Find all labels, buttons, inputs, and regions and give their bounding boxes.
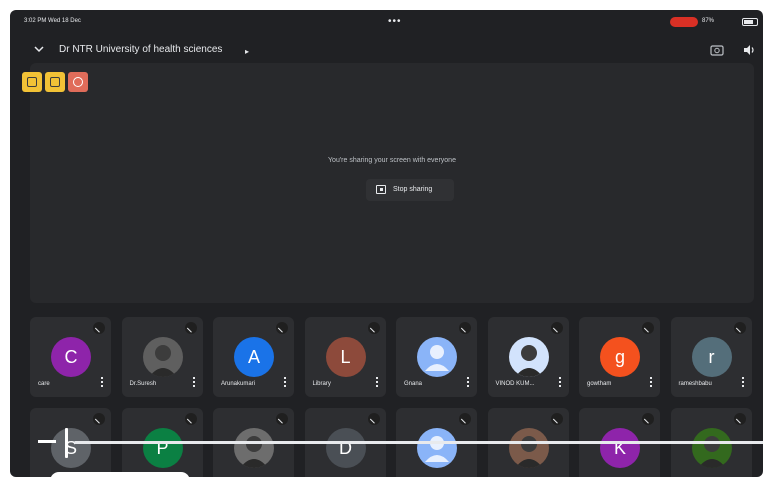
participant-tile[interactable]: VINOD KUM... — [487, 317, 569, 397]
avatar: C — [51, 337, 91, 377]
mic-muted-icon — [93, 322, 105, 334]
avatar: S — [51, 428, 91, 468]
profile-photo-icon — [514, 436, 543, 468]
participant-tile[interactable]: g gowtham — [579, 317, 660, 397]
meeting-title[interactable]: Dr NTR University of health sciences — [59, 44, 222, 55]
presentation-stage: You're sharing your screen with everyone… — [30, 63, 754, 303]
profile-photo-icon — [697, 436, 726, 468]
avatar: D — [325, 428, 366, 468]
participant-tile[interactable]: L Library — [304, 317, 386, 397]
participant-name: care — [38, 381, 50, 387]
participant-tile[interactable]: Ccare — [30, 317, 111, 397]
more-options-icon[interactable] — [467, 377, 469, 387]
mic-muted-icon — [93, 413, 105, 425]
mic-muted-icon — [642, 413, 654, 425]
mic-muted-icon — [642, 322, 654, 334]
avatar: K — [600, 428, 640, 468]
mic-muted-icon — [459, 413, 471, 425]
mic-muted-icon — [367, 413, 380, 425]
video-scrubber[interactable] — [74, 441, 763, 444]
stop-sharing-label: Stop sharing — [393, 186, 433, 193]
participant-name: VINOD KUM... — [495, 381, 535, 387]
present-screen-icon — [376, 185, 386, 194]
participant-name: Arunakumari — [221, 381, 256, 387]
more-options-icon[interactable] — [101, 377, 103, 387]
recorder-toolbar-folder-icon[interactable] — [22, 72, 42, 92]
avatar — [417, 428, 457, 468]
avatar — [508, 428, 549, 468]
mic-muted-icon — [184, 413, 197, 425]
battery-icon — [742, 18, 758, 26]
recorder-toolbar-file-icon[interactable] — [45, 72, 65, 92]
mic-muted-icon — [459, 322, 471, 334]
status-time: 3:02 PM Wed 18 Dec — [24, 18, 81, 24]
avatar — [142, 337, 183, 377]
person-icon — [425, 436, 449, 462]
mic-muted-icon — [733, 322, 746, 334]
multitask-dots-icon[interactable]: ••• — [388, 16, 402, 27]
avatar — [234, 428, 274, 468]
participant-tile[interactable]: r rameshbabu — [670, 317, 752, 397]
more-options-icon[interactable] — [558, 377, 561, 387]
more-options-icon[interactable] — [650, 377, 652, 387]
camera-switch-icon[interactable] — [710, 43, 724, 57]
mic-muted-icon — [550, 322, 563, 334]
participant-name: rameshbabu — [678, 381, 712, 387]
mic-muted-icon — [276, 413, 288, 425]
title-caret-icon[interactable]: ▸ — [245, 47, 249, 56]
recording-indicator — [670, 17, 698, 27]
avatar — [417, 337, 457, 377]
mic-muted-icon — [367, 322, 380, 334]
text-cursor — [65, 428, 68, 458]
profile-photo-icon — [514, 345, 543, 377]
person-icon — [425, 345, 449, 371]
recorder-toolbar-record-icon[interactable] — [68, 72, 88, 92]
avatar: g — [600, 337, 640, 377]
participant-tile[interactable]: Dr.Suresh — [121, 317, 203, 397]
chevron-down-icon[interactable] — [34, 44, 44, 54]
participant-tile[interactable]: Gnana — [396, 317, 477, 397]
more-options-icon[interactable] — [284, 377, 286, 387]
scrubber-dash — [38, 440, 56, 443]
participant-name: Gnana — [404, 381, 423, 387]
speaker-icon[interactable] — [742, 43, 756, 57]
floating-pill — [50, 472, 190, 477]
app-window: 3:02 PM Wed 18 Dec ••• 87% Dr NTR Univer… — [10, 10, 763, 477]
avatar — [691, 428, 732, 468]
avatar: A — [234, 337, 274, 377]
participant-name: gowtham — [587, 381, 612, 387]
avatar — [508, 337, 549, 377]
avatar: P — [142, 428, 183, 468]
more-options-icon[interactable] — [192, 377, 195, 387]
mic-muted-icon — [733, 413, 746, 425]
more-options-icon[interactable] — [741, 377, 744, 387]
participant-tile[interactable]: A Arunakumari — [213, 317, 294, 397]
participant-name: Dr.Suresh — [129, 381, 157, 387]
participant-name: Library — [312, 381, 331, 387]
mic-muted-icon — [276, 322, 288, 334]
mic-muted-icon — [184, 322, 197, 334]
profile-photo-icon — [240, 436, 268, 468]
more-options-icon[interactable] — [375, 377, 378, 387]
profile-photo-icon — [148, 345, 177, 377]
avatar: L — [325, 337, 366, 377]
mic-muted-icon — [550, 413, 563, 425]
battery-percent: 87% — [702, 18, 715, 24]
avatar: r — [691, 337, 732, 377]
sharing-message: You're sharing your screen with everyone — [328, 157, 456, 164]
stop-sharing-button[interactable]: Stop sharing — [366, 179, 454, 201]
meeting-header: Dr NTR University of health sciences ▸ — [10, 40, 763, 62]
status-bar: 3:02 PM Wed 18 Dec ••• 87% — [10, 10, 763, 32]
